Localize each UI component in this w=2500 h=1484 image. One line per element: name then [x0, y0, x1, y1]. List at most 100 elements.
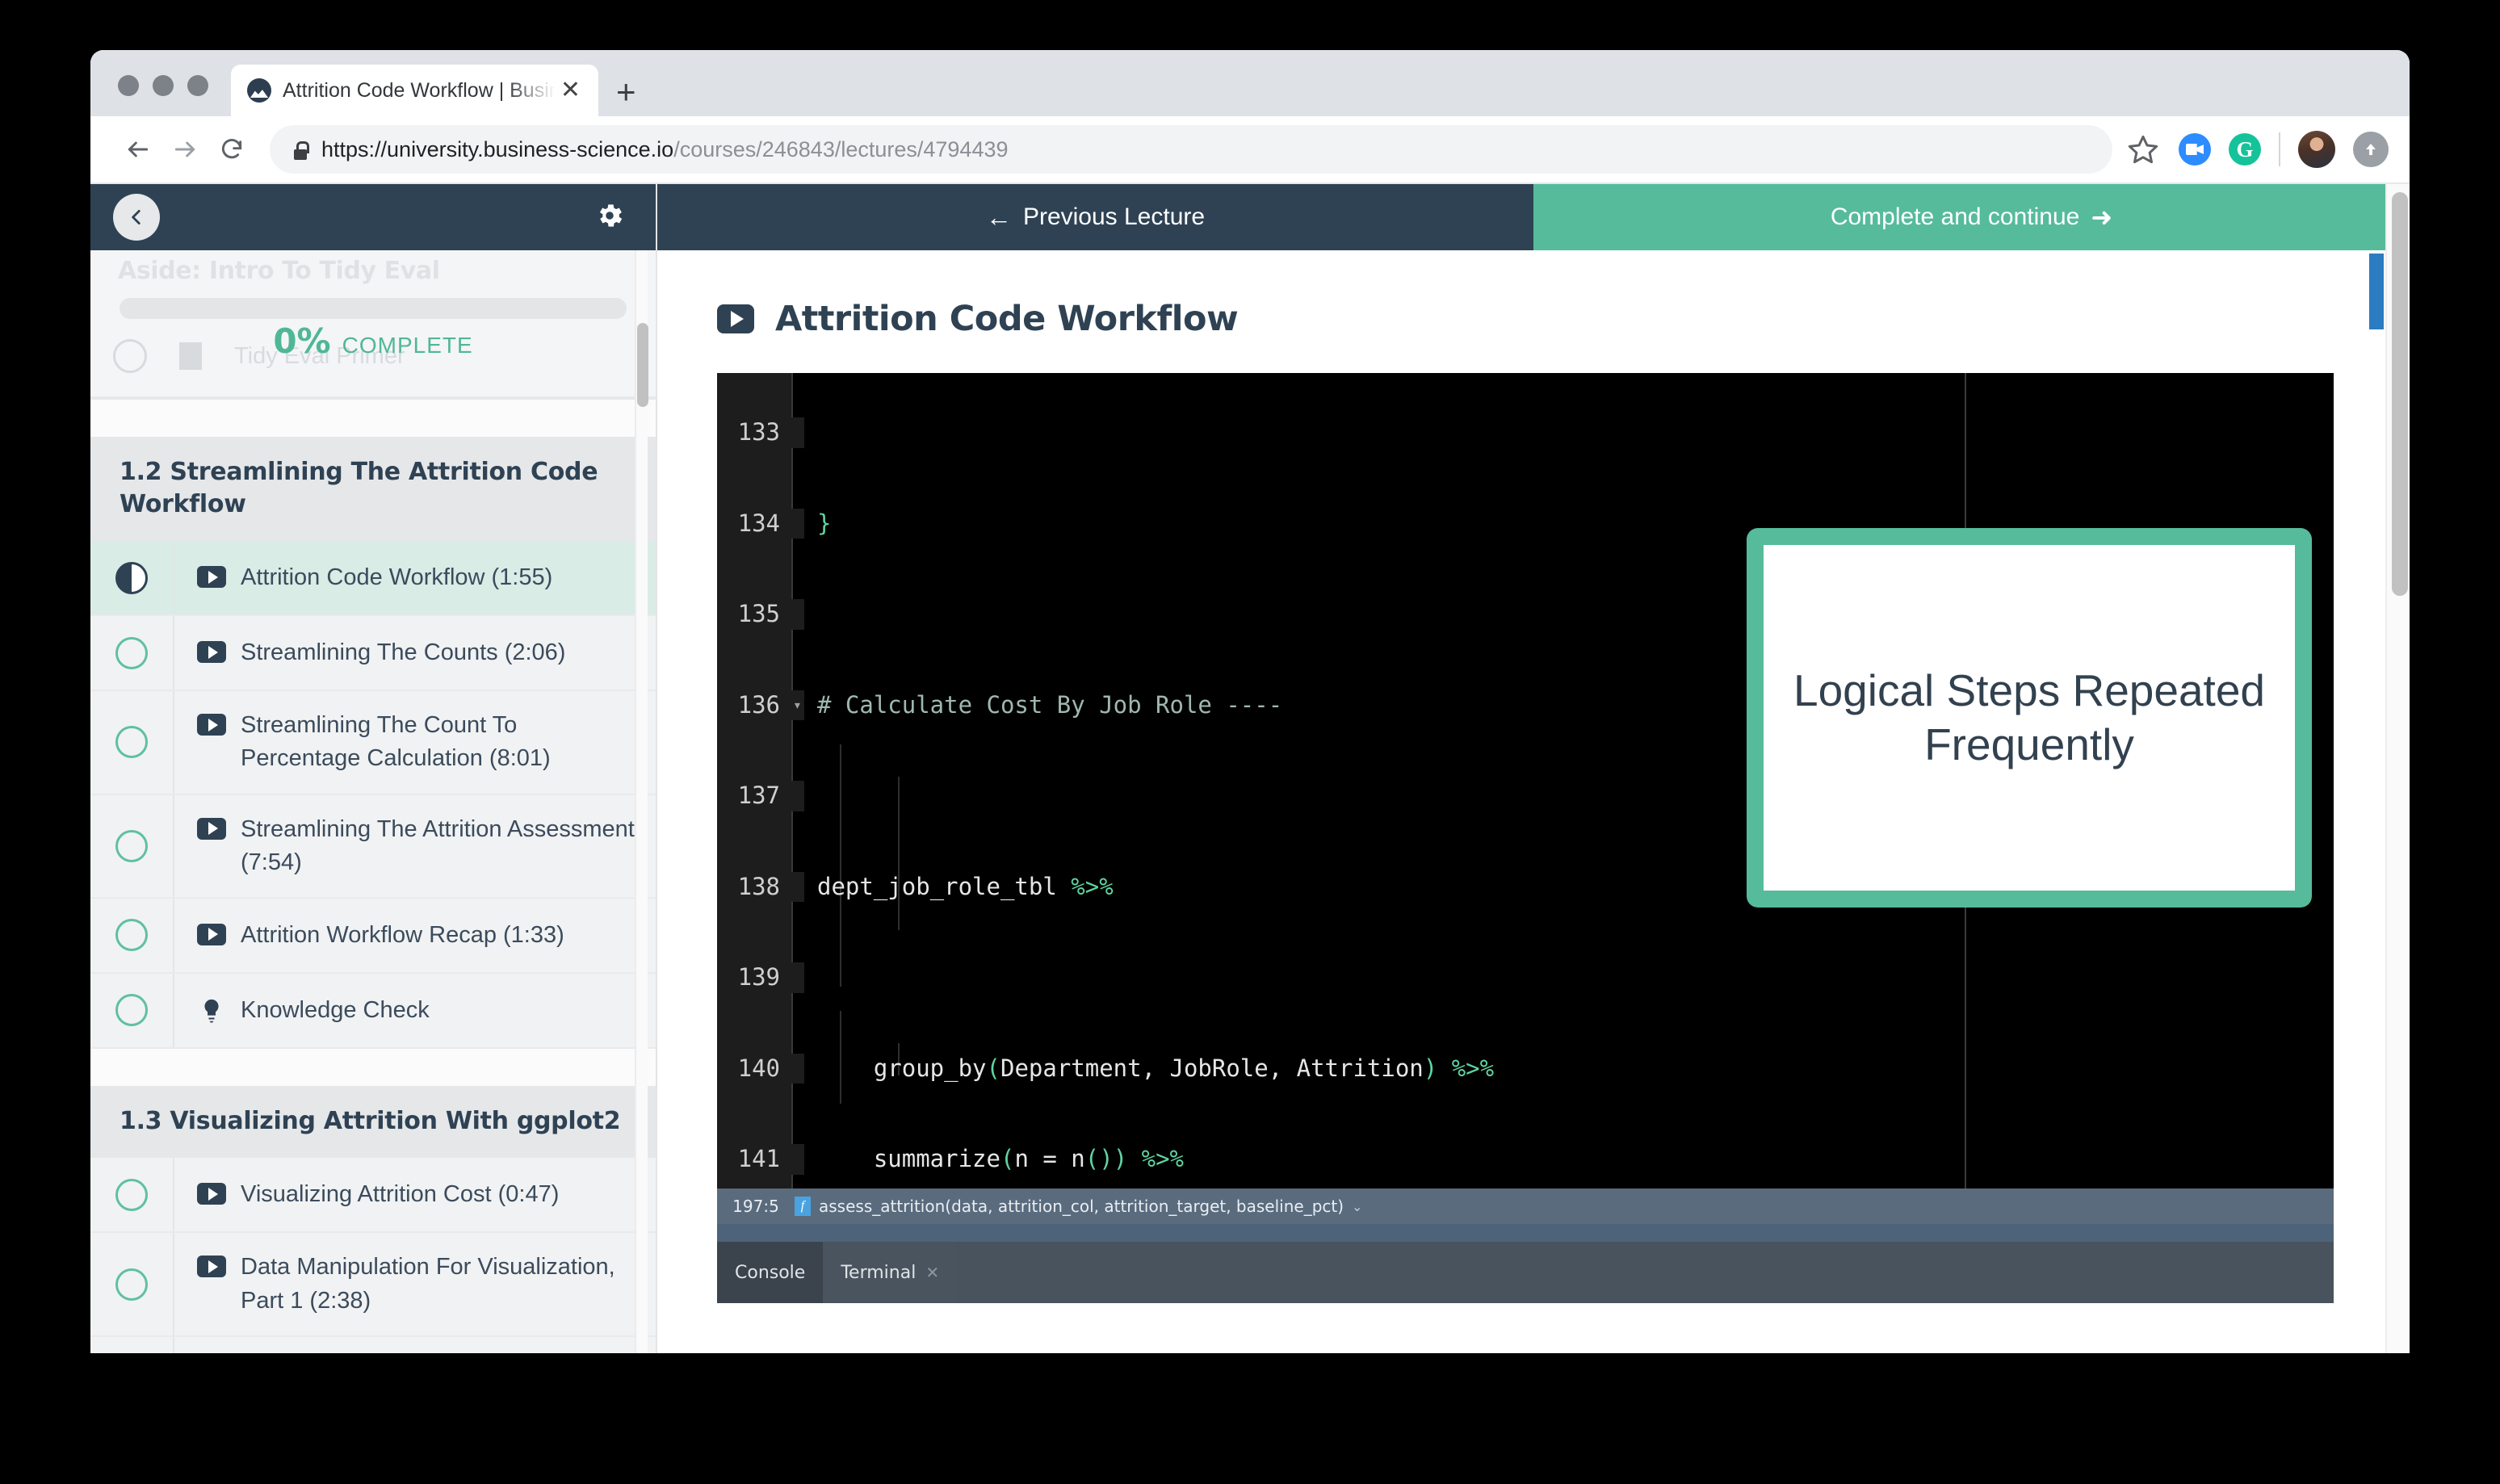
browser-toolbar: https://university.business-science.io/c… — [90, 116, 2410, 184]
gear-icon[interactable] — [594, 200, 625, 235]
sidebar-item-knowledge-check[interactable]: Knowledge Check — [90, 973, 656, 1049]
url-path: /courses/246843/lectures/4794439 — [673, 136, 1009, 161]
status-cell — [90, 691, 174, 794]
close-window-button[interactable] — [118, 75, 139, 96]
sidebar-item-attrition-workflow-recap[interactable]: Attrition Workflow Recap (1:33) — [90, 898, 656, 974]
sidebar-scrollbar[interactable] — [635, 250, 648, 1353]
status-cell — [90, 616, 174, 690]
callout-inner: Logical Steps Repeated Frequently — [1764, 545, 2295, 891]
sidebar-item-attrition-assessment[interactable]: Streamlining The Attrition Assessment (7… — [90, 794, 656, 899]
tab-title: Attrition Code Workflow | Busin — [283, 78, 556, 102]
function-signature: assess_attrition(data, attrition_col, at… — [819, 1197, 1344, 1216]
close-icon[interactable]: ✕ — [556, 78, 585, 103]
status-cell — [90, 1336, 174, 1353]
previous-lecture-label: Previous Lecture — [1022, 203, 1206, 230]
left-arrow-icon: ← — [985, 203, 1012, 232]
editor-status-bar: 197:5 f assess_attrition(data, attrition… — [717, 1188, 2334, 1224]
editor-panel-tabs: Console Terminal ✕ — [717, 1242, 2334, 1303]
main-content: ← Previous Lecture Complete and continue… — [657, 184, 2410, 1353]
status-cell — [90, 1158, 174, 1232]
status-incomplete-icon — [115, 919, 148, 952]
sidebar-item-count-to-percentage[interactable]: Streamlining The Count To Percentage Cal… — [90, 691, 656, 795]
avatar[interactable] — [2298, 131, 2335, 168]
section-heading-1-2: 1.2 Streamlining The Attrition Code Work… — [90, 437, 656, 542]
page-scrollbar[interactable] — [2385, 184, 2410, 1353]
right-arrow-icon: ➜ — [2091, 203, 2113, 232]
tab-console[interactable]: Console — [717, 1242, 823, 1303]
complete-and-continue-button[interactable]: Complete and continue ➜ — [1533, 184, 2410, 250]
sidebar-item-label: Streamlining The Counts (2:06) — [241, 639, 566, 666]
play-icon — [717, 304, 754, 333]
page-title: Attrition Code Workflow — [717, 299, 2410, 339]
callout-text: Logical Steps Repeated Frequently — [1793, 664, 2266, 769]
sidebar-item-data-manipulation-part-2[interactable]: Data Manipulation For Visualization, Par… — [90, 1336, 656, 1353]
sidebar-item-label: Streamlining The Attrition Assessment (7… — [241, 815, 635, 875]
sidebar-item-label: Data Manipulation For Visualization, Par… — [241, 1254, 615, 1314]
sidebar-item-attrition-code-workflow[interactable]: Attrition Code Workflow (1:55) — [90, 541, 656, 617]
status-incomplete-icon — [115, 1268, 148, 1301]
sidebar-item-data-manipulation-part-1[interactable]: Data Manipulation For Visualization, Par… — [90, 1233, 656, 1337]
reload-icon[interactable] — [208, 126, 255, 173]
item-body: Attrition Code Workflow (1:55) — [174, 543, 573, 612]
section-heading-1-3: 1.3 Visualizing Attrition With ggplot2 — [90, 1085, 656, 1159]
cursor-position: 197:5 — [732, 1197, 779, 1216]
status-cell — [90, 541, 174, 615]
tab-terminal-label: Terminal — [841, 1262, 917, 1283]
play-icon — [197, 923, 226, 945]
maximize-window-button[interactable] — [187, 75, 208, 96]
play-icon — [197, 714, 226, 736]
sidebar-scroll-area[interactable]: Aside: Intro To Tidy Eval Tidy Eval Prim… — [90, 250, 656, 1353]
tab-terminal[interactable]: Terminal ✕ — [823, 1242, 958, 1303]
sidebar-item-visualizing-attrition-cost[interactable]: Visualizing Attrition Cost (0:47) — [90, 1158, 656, 1234]
minimize-window-button[interactable] — [153, 75, 174, 96]
star-icon[interactable] — [2127, 133, 2159, 166]
sidebar-scrollbar-thumb[interactable] — [637, 323, 648, 407]
forward-arrow-icon[interactable] — [161, 126, 208, 173]
upload-icon[interactable] — [2353, 132, 2389, 167]
back-chevron-icon[interactable] — [113, 194, 160, 241]
page-scrollbar-thumb[interactable] — [2392, 192, 2408, 596]
editor-splitter — [717, 1224, 2334, 1242]
browser-window: Attrition Code Workflow | Busin ✕ + http… — [90, 50, 2410, 1353]
address-bar[interactable]: https://university.business-science.io/c… — [270, 125, 2112, 174]
sidebar-header — [90, 184, 656, 250]
faded-item-label: Tidy Eval Primer — [234, 342, 405, 369]
status-incomplete-icon — [115, 726, 148, 759]
progress-bar — [120, 298, 627, 319]
status-circle-icon — [113, 339, 147, 373]
grammarly-icon[interactable]: G — [2229, 133, 2261, 166]
spacer — [90, 400, 656, 437]
window-controls[interactable] — [118, 75, 208, 116]
tab-console-label: Console — [735, 1262, 806, 1283]
sidebar-item-label: Knowledge Check — [241, 996, 430, 1023]
item-body: Streamlining The Attrition Assessment (7… — [174, 795, 656, 897]
status-incomplete-icon — [115, 636, 148, 669]
status-incomplete-icon — [115, 1178, 148, 1211]
lecture-navigation: ← Previous Lecture Complete and continue… — [657, 184, 2410, 250]
back-arrow-icon[interactable] — [115, 126, 161, 173]
toolbar-divider — [2279, 132, 2280, 166]
close-icon[interactable]: ✕ — [925, 1263, 939, 1282]
panel-tab-filler — [957, 1242, 2334, 1303]
course-app: Aside: Intro To Tidy Eval Tidy Eval Prim… — [90, 184, 2410, 1353]
complete-continue-label: Complete and continue — [1830, 203, 2080, 230]
item-body: Data Manipulation For Visualization, Par… — [174, 1337, 656, 1353]
play-icon — [197, 641, 226, 664]
status-in-progress-icon — [115, 561, 148, 594]
lightbulb-icon — [204, 999, 219, 1023]
zoom-video-icon[interactable] — [2179, 133, 2211, 166]
callout-card: Logical Steps Repeated Frequently — [1747, 528, 2312, 908]
mountain-logo-icon — [247, 78, 271, 103]
video-player[interactable]: 133 134} 135 136 ▾ # Calculate Cost By Job… — [717, 373, 2334, 1303]
previous-lecture-button[interactable]: ← Previous Lecture — [657, 184, 1533, 250]
document-icon — [179, 342, 202, 370]
accent-marker — [2369, 254, 2384, 329]
browser-tab[interactable]: Attrition Code Workflow | Busin ✕ — [231, 65, 598, 116]
url-host: https://university.business-science.io — [321, 136, 674, 161]
tab-strip: Attrition Code Workflow | Busin ✕ + — [90, 50, 2410, 116]
item-body: Visualizing Attrition Cost (0:47) — [174, 1160, 580, 1229]
status-incomplete-icon — [115, 994, 148, 1027]
sidebar-item-streamlining-the-counts[interactable]: Streamlining The Counts (2:06) — [90, 616, 656, 692]
play-icon — [197, 1256, 226, 1278]
new-tab-button[interactable]: + — [616, 75, 636, 109]
